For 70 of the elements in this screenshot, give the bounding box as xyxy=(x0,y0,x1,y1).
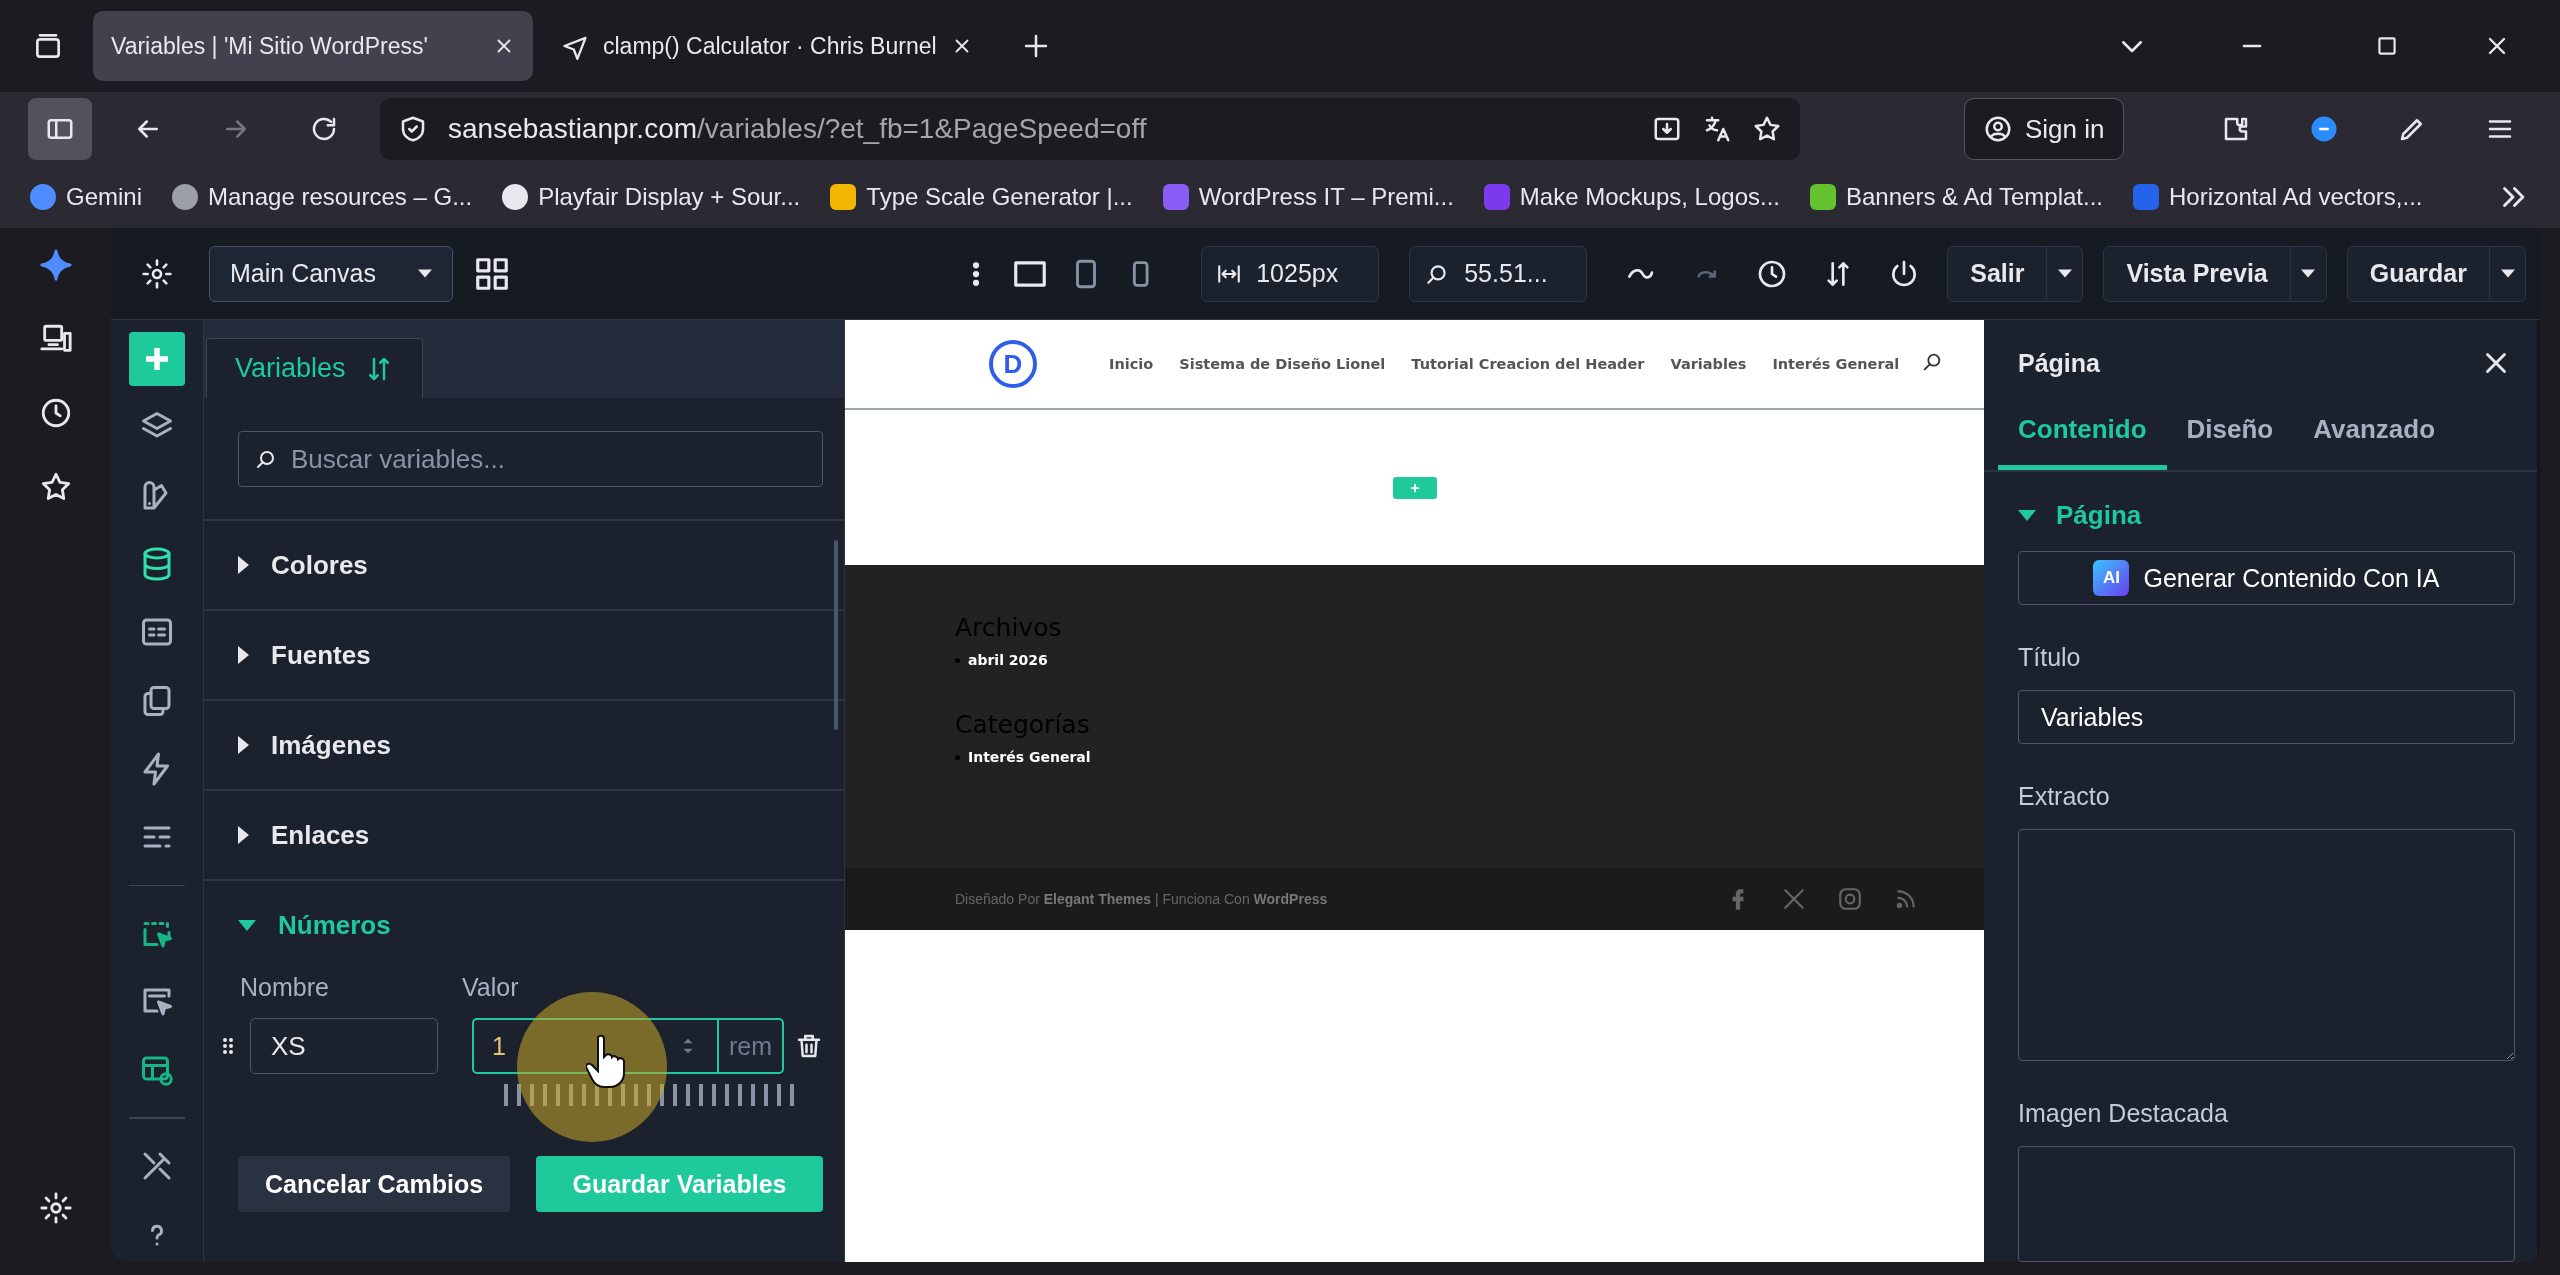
canvas-select[interactable]: Main Canvas xyxy=(209,245,453,302)
bookmark[interactable]: Make Mockups, Logos... xyxy=(1483,183,1780,211)
section-header[interactable]: Página xyxy=(1984,472,2537,551)
field-label: Título xyxy=(2018,643,2082,673)
settings-tab[interactable]: Diseño xyxy=(2166,392,2294,470)
bookmark[interactable]: Playfair Display + Sour... xyxy=(502,183,801,211)
favicon-icon xyxy=(502,184,529,210)
nav-link[interactable]: Interés General xyxy=(1772,356,1900,372)
favicon-icon xyxy=(172,184,199,210)
excerpt-field[interactable] xyxy=(2018,829,2515,1062)
address-bar[interactable]: sansebastianpr.com/variables/?et_fb=1&PageSpeed=off xyxy=(380,98,1800,160)
bookmark[interactable]: WordPress IT – Premi... xyxy=(1162,183,1454,211)
column-label: Nombre xyxy=(240,973,329,1001)
favicon-icon xyxy=(30,184,56,210)
footer-credits: Diseñado Por Elegant Themes | Funciona Con WordPress xyxy=(955,891,1328,907)
caret-icon xyxy=(2301,269,2316,278)
generate-ai-button[interactable]: AI Generar Contenido Con IA xyxy=(2018,551,2515,606)
nav-link[interactable]: Inicio xyxy=(1109,356,1154,372)
column-label: Valor xyxy=(462,973,519,1001)
bookmark[interactable]: Manage resources – G... xyxy=(172,183,473,211)
ai-icon: AI xyxy=(2093,560,2130,597)
nav-link[interactable]: Tutorial Creacion del Header xyxy=(1411,356,1645,372)
title-field[interactable]: Variables xyxy=(2018,690,2515,745)
settings-tab[interactable]: Contenido xyxy=(1998,392,2167,470)
site-logo[interactable]: D xyxy=(989,340,1037,388)
add-button[interactable] xyxy=(129,332,185,387)
preview-button[interactable]: Vista Previa xyxy=(2103,245,2327,302)
settings-icon[interactable] xyxy=(38,1191,73,1225)
favicon-icon xyxy=(1162,184,1189,210)
width-field[interactable]: 1025px xyxy=(1201,245,1380,302)
sign-in-button[interactable]: Sign in xyxy=(1964,98,2124,160)
extension-icon[interactable] xyxy=(2309,114,2339,144)
nav-link[interactable]: Sistema de Diseño Lionel xyxy=(1179,356,1386,372)
browser-tab[interactable]: clamp() Calculator · Chris Burnel xyxy=(543,11,991,81)
favicon-icon xyxy=(1483,184,1510,210)
bookmark[interactable]: Horizontal Ad vectors,... xyxy=(2133,183,2423,211)
hand-cursor-icon xyxy=(586,1033,626,1089)
plus-icon xyxy=(146,348,168,371)
account-icon xyxy=(1983,114,2013,144)
zoom-field[interactable]: 55.51... xyxy=(1409,245,1588,302)
caret-icon xyxy=(2057,269,2072,278)
save-button[interactable]: Guardar xyxy=(2346,245,2526,302)
settings-tab[interactable]: Avanzado xyxy=(2293,392,2456,470)
field-label: Imagen Destacada xyxy=(2018,1099,2229,1129)
name-field[interactable]: XS xyxy=(250,1018,438,1074)
cancel-button[interactable]: Cancelar Cambios xyxy=(238,1156,510,1212)
settings-icon[interactable] xyxy=(141,257,173,290)
instagram-icon[interactable] xyxy=(1837,886,1863,912)
widget-link[interactable]: Interés General xyxy=(968,749,1091,765)
group-header[interactable]: Números xyxy=(204,879,844,969)
favicon-icon xyxy=(2133,184,2160,210)
caret-icon xyxy=(2500,269,2515,278)
widget-link[interactable]: abril 2026 xyxy=(968,652,1048,668)
bookmark[interactable]: Gemini xyxy=(30,183,143,211)
sidebar-toggle-button[interactable] xyxy=(28,98,92,160)
panel-title: Página xyxy=(2018,348,2100,378)
bookmark[interactable]: Type Scale Generator |... xyxy=(830,183,1133,211)
group-header[interactable]: Enlaces xyxy=(204,789,844,879)
sparkle-icon[interactable] xyxy=(38,248,73,282)
exit-button[interactable]: Salir xyxy=(1947,245,2084,302)
nav-link[interactable]: Variables xyxy=(1670,356,1747,372)
search-field[interactable]: Buscar variables... xyxy=(238,431,823,487)
x-icon[interactable] xyxy=(1781,886,1807,912)
browser-tab[interactable]: Variables | 'Mi Sitio WordPress' xyxy=(93,11,533,81)
caret-icon xyxy=(418,269,432,278)
favicon-icon xyxy=(830,184,857,210)
field-label: Extracto xyxy=(2018,782,2111,812)
favicon-icon xyxy=(1810,184,1836,210)
variables-tab[interactable]: Variables xyxy=(206,338,423,398)
bookmark[interactable]: Banners & Ad Templat... xyxy=(1810,183,2104,211)
